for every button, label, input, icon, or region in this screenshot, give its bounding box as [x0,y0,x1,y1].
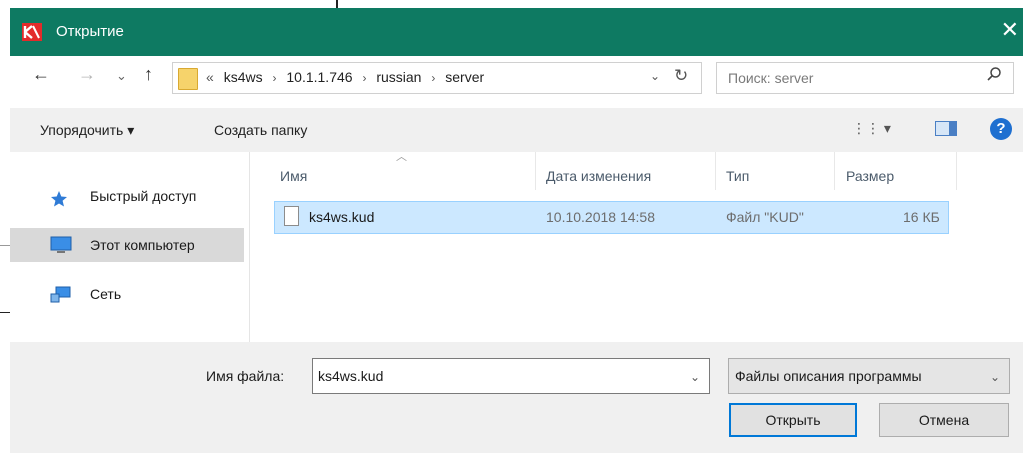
column-header-date[interactable]: Дата изменения [546,168,651,184]
sidebar-item-this-pc[interactable]: Этот компьютер [10,228,244,262]
file-name: ks4ws.kud [309,209,375,225]
background-line [0,312,10,313]
computer-icon [50,236,72,253]
breadcrumb: « ks4ws › 10.1.1.746 › russian › server [206,69,484,85]
breadcrumb-item[interactable]: russian [376,69,421,85]
breadcrumb-separator-icon[interactable]: › [356,71,372,85]
background-line [0,245,10,246]
help-icon[interactable]: ? [990,118,1012,140]
back-arrow-icon[interactable]: ← [32,64,50,85]
filename-label: Имя файла: [206,368,285,384]
breadcrumb-item[interactable]: 10.1.1.746 [286,69,352,85]
sidebar-item-label: Сеть [90,286,122,302]
address-dropdown-icon[interactable]: ⌄ [650,69,660,83]
column-divider[interactable] [535,152,536,190]
up-arrow-icon[interactable]: ↑ [144,64,153,85]
breadcrumb-overflow[interactable]: « [206,69,214,85]
sidebar-item-label: Этот компьютер [90,237,195,253]
refresh-icon[interactable]: ↻ [674,66,688,86]
filetype-value: Файлы описания программы [735,368,922,384]
file-icon [284,206,299,226]
window-title: Открытие [56,23,124,40]
new-folder-button[interactable]: Создать папку [214,122,307,138]
open-button[interactable]: Открыть [729,403,857,437]
filetype-chevron-down-icon[interactable]: ⌄ [990,370,1000,384]
filename-dropdown-icon[interactable]: ⌄ [690,370,700,384]
forward-arrow-icon[interactable]: → [78,64,96,85]
recent-locations-chevron-icon[interactable]: ⌄ [116,68,127,84]
column-header-name[interactable]: Имя [280,168,307,184]
file-type: Файл "KUD" [726,209,804,225]
sort-ascending-icon: ︿ [396,151,407,163]
search-placeholder: Поиск: server [728,70,814,86]
close-icon[interactable]: ✕ [1001,18,1019,42]
preview-pane-icon[interactable] [935,121,957,136]
column-header-size[interactable]: Размер [846,168,894,184]
view-options-button[interactable]: ⋮⋮ ▾ [852,120,891,137]
column-divider[interactable] [956,152,957,190]
sidebar-item-label: Быстрый доступ [90,188,197,204]
filename-value: ks4ws.kud [318,368,384,384]
column-divider[interactable] [715,152,716,190]
search-icon[interactable] [986,66,1002,82]
file-size: 16 КБ [903,209,940,225]
sidebar-item-network[interactable]: Сеть [10,278,244,312]
cancel-button[interactable]: Отмена [879,403,1009,437]
organize-button[interactable]: Упорядочить ▾ [40,122,134,139]
column-divider[interactable] [834,152,835,190]
star-icon [51,191,67,207]
breadcrumb-item[interactable]: server [445,69,484,85]
file-date: 10.10.2018 14:58 [546,209,655,225]
title-bar[interactable]: Открытие ✕ [10,8,1023,56]
breadcrumb-item[interactable]: ks4ws [218,69,263,85]
sidebar-item-quick-access[interactable]: Быстрый доступ [10,180,244,214]
background-line [336,0,338,8]
breadcrumb-separator-icon[interactable]: › [266,71,282,85]
network-icon [50,286,71,303]
folder-icon [178,68,198,90]
kaspersky-logo-icon [22,23,42,41]
column-header-type[interactable]: Тип [726,168,749,184]
breadcrumb-separator-icon[interactable]: › [425,71,441,85]
